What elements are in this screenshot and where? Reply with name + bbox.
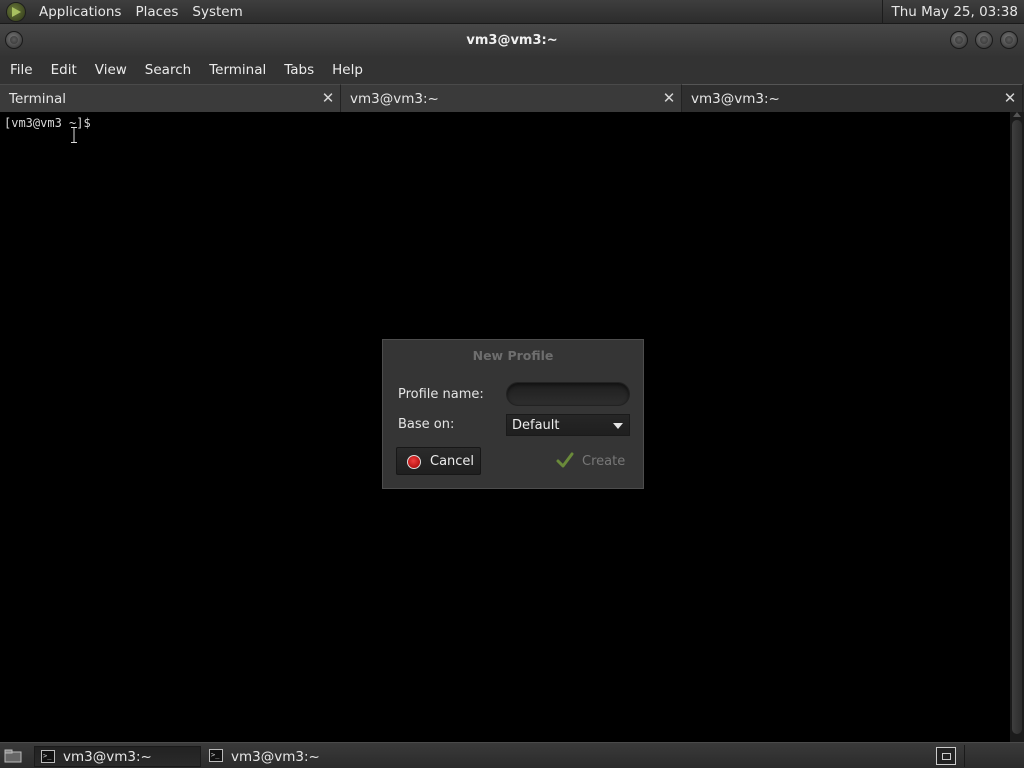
main-menu-icon[interactable]: [6, 1, 26, 22]
scroll-up-icon[interactable]: [1013, 112, 1021, 117]
cancel-button[interactable]: Cancel: [396, 447, 481, 475]
menu-file[interactable]: File: [3, 62, 40, 78]
tab-terminal[interactable]: Terminal ✕: [0, 84, 341, 112]
base-on-select[interactable]: Default: [506, 414, 630, 436]
shell-prompt: [vm3@vm3 ~]$: [4, 116, 91, 130]
profile-name-label: Profile name:: [398, 387, 484, 402]
panel-divider: [964, 745, 965, 767]
cancel-label: Cancel: [430, 453, 475, 469]
show-desktop-icon[interactable]: [2, 746, 24, 766]
top-panel: Applications Places System Thu May 25, 0…: [0, 0, 1024, 24]
dropdown-arrow-icon: [613, 423, 623, 429]
bottom-panel: >_ vm3@vm3:~ >_ vm3@vm3:~: [0, 742, 1024, 768]
window-titlebar[interactable]: vm3@vm3:~: [0, 24, 1024, 56]
tab-close-icon[interactable]: ✕: [1002, 90, 1018, 106]
base-on-label: Base on:: [398, 417, 455, 432]
text-cursor-icon: [71, 127, 77, 143]
system-menu[interactable]: System: [185, 4, 249, 20]
terminal-icon: >_: [41, 750, 55, 763]
workspace-switcher-icon[interactable]: [936, 747, 956, 765]
clock[interactable]: Thu May 25, 03:38: [882, 0, 1024, 24]
menu-search[interactable]: Search: [138, 62, 198, 78]
maximize-button[interactable]: [975, 31, 993, 49]
taskbar-item[interactable]: >_ vm3@vm3:~: [203, 746, 370, 767]
menu-view[interactable]: View: [88, 62, 134, 78]
menu-edit[interactable]: Edit: [44, 62, 84, 78]
applications-menu[interactable]: Applications: [32, 4, 128, 20]
taskbar-item-label: vm3@vm3:~: [63, 748, 152, 765]
tab-label: vm3@vm3:~: [691, 90, 780, 107]
menu-help[interactable]: Help: [325, 62, 370, 78]
window-title: vm3@vm3:~: [466, 32, 558, 48]
tab-label: vm3@vm3:~: [350, 90, 439, 107]
checkmark-icon: [556, 452, 574, 468]
base-on-value: Default: [512, 417, 560, 433]
tab-close-icon[interactable]: ✕: [661, 90, 677, 106]
tab-label: Terminal: [9, 90, 67, 107]
places-menu[interactable]: Places: [128, 4, 185, 20]
taskbar-item[interactable]: >_ vm3@vm3:~: [34, 746, 201, 767]
terminal-scrollbar[interactable]: [1010, 112, 1024, 742]
create-label: Create: [582, 453, 626, 469]
menubar: File Edit View Search Terminal Tabs Help: [0, 56, 1024, 84]
tab-vm3-1[interactable]: vm3@vm3:~ ✕: [341, 84, 682, 112]
tab-vm3-2[interactable]: vm3@vm3:~ ✕: [682, 84, 1023, 112]
cancel-icon: [407, 455, 421, 469]
taskbar-item-label: vm3@vm3:~: [231, 748, 320, 765]
tab-bar: Terminal ✕ vm3@vm3:~ ✕ vm3@vm3:~ ✕: [0, 84, 1024, 112]
create-button[interactable]: Create: [551, 447, 631, 475]
dialog-title: New Profile: [472, 348, 554, 363]
close-window-button[interactable]: [1000, 31, 1018, 49]
scroll-thumb[interactable]: [1012, 120, 1022, 734]
minimize-button[interactable]: [950, 31, 968, 49]
tab-close-icon[interactable]: ✕: [320, 90, 336, 106]
menu-tabs[interactable]: Tabs: [277, 62, 321, 78]
new-profile-dialog: New Profile Profile name: Base on: Defau…: [382, 339, 644, 489]
profile-name-input[interactable]: [506, 382, 630, 406]
terminal-icon: >_: [209, 749, 223, 762]
menu-terminal[interactable]: Terminal: [202, 62, 273, 78]
window-menu-icon[interactable]: [5, 31, 23, 49]
